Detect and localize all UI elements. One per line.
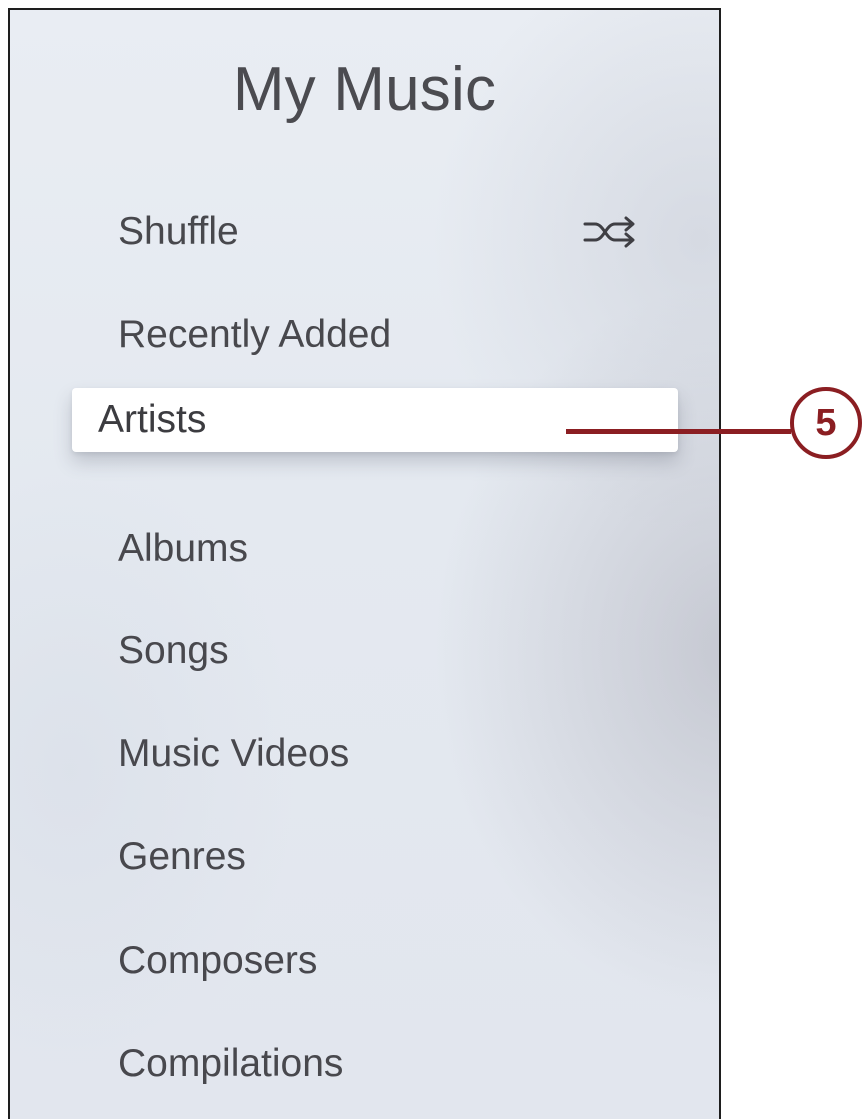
- menu-item-compilations[interactable]: Compilations: [118, 1040, 343, 1088]
- menu-item-recently-added[interactable]: Recently Added: [118, 311, 391, 359]
- menu-item-label: Music Videos: [118, 732, 350, 775]
- menu-item-genres[interactable]: Genres: [118, 833, 246, 881]
- menu-item-shuffle[interactable]: Shuffle: [118, 208, 239, 256]
- menu-item-label: Songs: [118, 629, 229, 672]
- menu-item-label: Recently Added: [118, 313, 392, 356]
- menu-item-songs[interactable]: Songs: [118, 627, 229, 675]
- menu-item-artists[interactable]: Artists: [72, 388, 678, 452]
- menu-item-music-videos[interactable]: Music Videos: [118, 730, 349, 778]
- menu-item-albums[interactable]: Albums: [118, 525, 248, 573]
- menu-item-label: Albums: [118, 527, 249, 570]
- callout-badge: 5: [790, 387, 862, 459]
- shuffle-icon: [583, 216, 635, 248]
- menu-item-label: Artists: [98, 398, 207, 441]
- callout-number: 5: [815, 401, 837, 444]
- menu-item-composers[interactable]: Composers: [118, 937, 317, 985]
- menu-item-label: Composers: [118, 939, 318, 982]
- menu-item-label: Compilations: [118, 1042, 344, 1085]
- menu-item-label: Shuffle: [118, 210, 239, 253]
- menu-item-label: Genres: [118, 835, 246, 878]
- page: My Music Shuffle Recently Added Artists …: [0, 0, 867, 1119]
- page-title: My Music: [232, 55, 497, 124]
- callout-leader-line: [566, 429, 791, 434]
- my-music-menu-panel: My Music Shuffle Recently Added Artists …: [8, 8, 721, 1119]
